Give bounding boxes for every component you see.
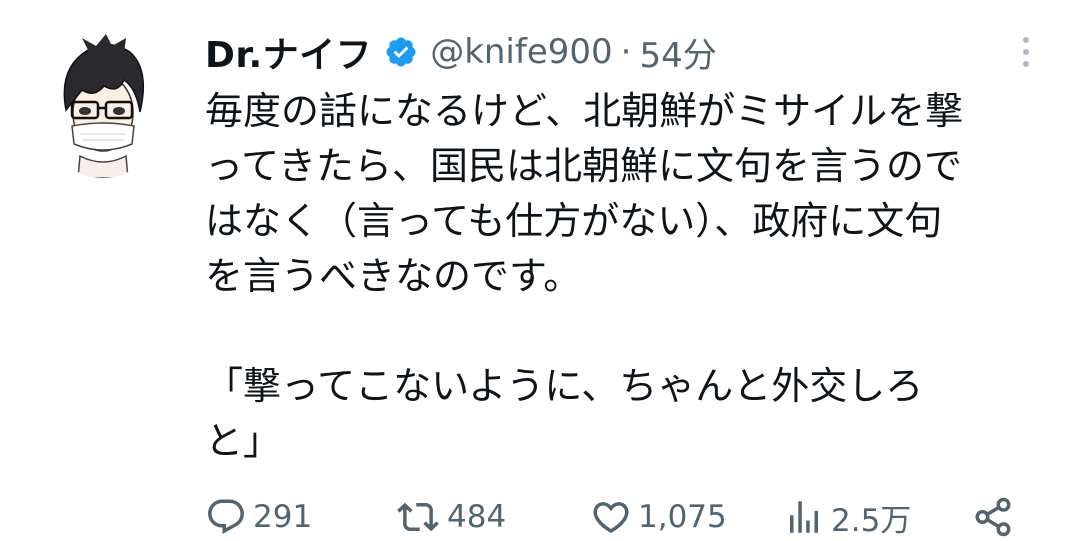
views-chart-icon (790, 501, 818, 533)
views-button[interactable]: 2.5万 (783, 492, 911, 541)
like-count: 1,075 (638, 499, 727, 535)
like-button[interactable]: 1,075 (590, 492, 727, 541)
reply-icon (208, 499, 244, 534)
handle[interactable]: @knife900 (430, 32, 612, 72)
tweet[interactable]: Dr.ナイフ @knife900 · 54分 毎度の話になるけど、北朝鮮がミサイ… (0, 0, 1078, 541)
more-vertical-icon (1023, 37, 1029, 67)
retweet-icon (397, 502, 439, 532)
tweet-text-blank-line (205, 304, 1055, 359)
action-bar: 291 484 1,075 2.5万 (0, 492, 1078, 541)
verified-badge-icon[interactable] (384, 35, 418, 69)
tweet-text-line: 毎度の話になるけど、北朝鮮がミサイルを撃 (205, 89, 964, 133)
avatar-illustration-icon (63, 34, 145, 178)
reply-button[interactable]: 291 (205, 492, 312, 541)
retweet-button[interactable]: 484 (395, 492, 506, 541)
share-icon (975, 497, 1011, 537)
timestamp[interactable]: 54分 (639, 28, 716, 77)
tweet-text-line: と」 (205, 419, 282, 463)
separator-dot: · (620, 32, 632, 72)
avatar[interactable] (48, 28, 158, 178)
tweet-header: Dr.ナイフ @knife900 · 54分 (205, 22, 717, 82)
share-button[interactable] (972, 492, 1014, 541)
tweet-text-line: 「撃ってこないように、ちゃんと外交しろ (205, 364, 924, 408)
tweet-text-line: ってきたら、国民は北朝鮮に文句を言うので (205, 144, 962, 188)
retweet-count: 484 (447, 499, 507, 535)
more-options-button[interactable] (1004, 30, 1048, 74)
tweet-text-line: はなく（言っても仕方がない）、政府に文句 (205, 199, 943, 243)
display-name[interactable]: Dr.ナイフ (205, 26, 372, 78)
tweet-text: 毎度の話になるけど、北朝鮮がミサイルを撃 ってきたら、国民は北朝鮮に文句を言うの… (205, 84, 1055, 469)
reply-count: 291 (253, 499, 313, 535)
views-count: 2.5万 (831, 502, 912, 539)
heart-icon (593, 502, 629, 534)
tweet-text-line: を言うべきなのです。 (205, 254, 582, 298)
